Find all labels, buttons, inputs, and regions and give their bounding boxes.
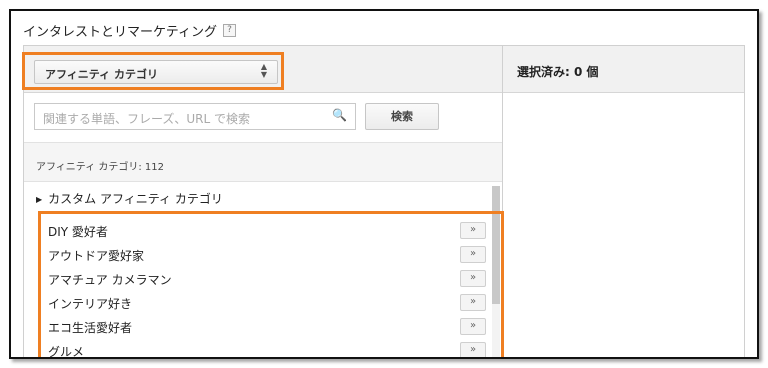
- list-item-label: アウトドア愛好家: [48, 249, 145, 263]
- section-title-text: インタレストとリマーケティング: [23, 25, 217, 40]
- list-item[interactable]: DIY 愛好者 »: [46, 219, 486, 243]
- list-item-label: DIY 愛好者: [48, 225, 108, 239]
- add-button[interactable]: »: [460, 294, 486, 311]
- dropdown-label: アフィニティ カテゴリ: [45, 68, 158, 81]
- custom-affinity-toggle[interactable]: ▶ カスタム アフィニティ カテゴリ: [36, 190, 223, 207]
- category-list: DIY 愛好者 » アウトドア愛好家 » アマチュア カメラマン » インテリア…: [46, 219, 486, 359]
- left-header: アフィニティ カテゴリ ▲ ▼: [24, 46, 502, 93]
- list-item[interactable]: インテリア好き »: [46, 291, 486, 315]
- search-input[interactable]: 関連する単語、フレーズ、URL で検索 🔍: [34, 103, 356, 130]
- section-title: インタレストとリマーケティング ?: [23, 21, 236, 40]
- help-icon[interactable]: ?: [222, 24, 236, 37]
- search-row: 関連する単語、フレーズ、URL で検索 🔍 検索: [24, 93, 502, 141]
- list-item-label: インテリア好き: [48, 297, 133, 311]
- search-icon: 🔍: [332, 108, 347, 122]
- category-count: アフィニティ カテゴリ: 112: [36, 162, 165, 173]
- targeting-panel: アフィニティ カテゴリ ▲ ▼ 関連する単語、フレーズ、URL で検索 🔍 検索 …: [22, 45, 745, 359]
- main-frame: インタレストとリマーケティング ? アフィニティ カテゴリ ▲ ▼ 関連する単語、…: [9, 9, 759, 359]
- add-button[interactable]: »: [460, 246, 486, 263]
- list-item-label: エコ生活愛好者: [48, 321, 133, 335]
- add-button[interactable]: »: [460, 222, 486, 239]
- category-count-row: アフィニティ カテゴリ: 112: [24, 142, 502, 182]
- selected-count: 選択済み: 0 個: [517, 65, 599, 79]
- list-scrollbar[interactable]: [492, 186, 500, 357]
- list-item-label: グルメ: [48, 345, 85, 359]
- expand-triangle-icon: ▶: [36, 195, 43, 204]
- list-item[interactable]: アウトドア愛好家 »: [46, 243, 486, 267]
- list-item[interactable]: エコ生活愛好者 »: [46, 315, 486, 339]
- list-item-label: アマチュア カメラマン: [48, 273, 172, 287]
- category-type-dropdown[interactable]: アフィニティ カテゴリ ▲ ▼: [34, 60, 278, 84]
- list-item[interactable]: アマチュア カメラマン »: [46, 267, 486, 291]
- list-item[interactable]: グルメ »: [46, 339, 486, 359]
- add-button[interactable]: »: [460, 318, 486, 335]
- left-pane: アフィニティ カテゴリ ▲ ▼ 関連する単語、フレーズ、URL で検索 🔍 検索 …: [24, 46, 503, 359]
- add-button[interactable]: »: [460, 342, 486, 357]
- right-header: 選択済み: 0 個: [503, 46, 744, 93]
- right-pane: 選択済み: 0 個: [503, 46, 744, 357]
- scrollbar-thumb[interactable]: [492, 186, 500, 304]
- search-button[interactable]: 検索: [365, 103, 439, 130]
- updown-arrows-icon: ▲ ▼: [260, 62, 267, 79]
- custom-affinity-label: カスタム アフィニティ カテゴリ: [48, 192, 223, 206]
- add-button[interactable]: »: [460, 270, 486, 287]
- search-placeholder: 関連する単語、フレーズ、URL で検索: [43, 112, 251, 126]
